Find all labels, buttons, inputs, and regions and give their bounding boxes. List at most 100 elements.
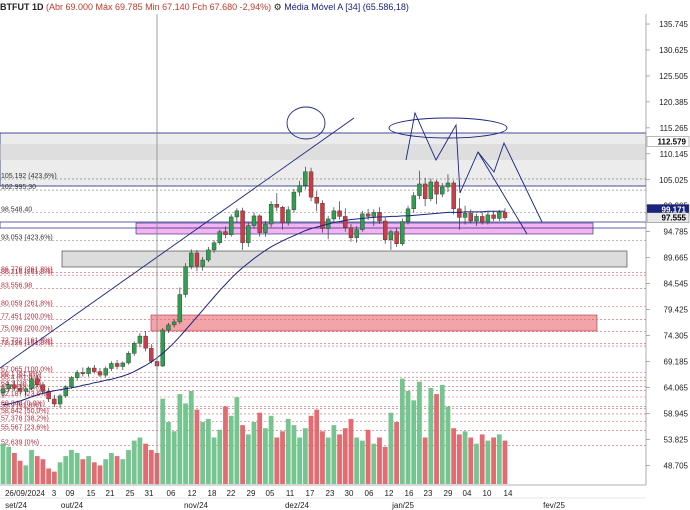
volume-bar xyxy=(422,437,428,484)
candle-body xyxy=(348,227,354,238)
volume-bar xyxy=(240,425,245,484)
candle-body xyxy=(97,371,103,376)
candle-body xyxy=(468,213,473,222)
candle-body xyxy=(274,204,280,208)
volume-bar xyxy=(337,434,342,484)
volume-bar xyxy=(399,378,405,484)
volume-bar xyxy=(194,409,200,484)
candle-body xyxy=(69,377,74,387)
volume-bar xyxy=(183,403,188,484)
time-month-label: dez/24 xyxy=(285,501,310,510)
price-axis[interactable]: 135.745 130.625 125.505 120.385 115.265 110.1… xyxy=(645,14,690,485)
time-day-label: 23 xyxy=(326,489,335,498)
time-day-label: 05 xyxy=(266,489,275,498)
price-tick-label: 69.185 xyxy=(664,358,689,367)
candle-body xyxy=(308,171,314,198)
candle-body xyxy=(417,183,422,196)
volume-bar xyxy=(297,437,303,484)
candle-body xyxy=(35,378,40,385)
volume-bar xyxy=(91,462,97,484)
time-day-label: 22 xyxy=(227,489,236,498)
time-day-label: 06 xyxy=(167,489,176,498)
volume-bar xyxy=(228,415,234,484)
volume-bar xyxy=(394,422,400,484)
candle-body xyxy=(462,213,468,218)
candle-body xyxy=(354,229,359,238)
fib-label: 72.226 (161,8%) xyxy=(1,340,53,347)
volume-bar xyxy=(365,429,371,484)
volume-bar xyxy=(166,422,171,484)
volume-bar xyxy=(388,412,394,484)
volume-bar xyxy=(148,449,154,484)
volume-bar xyxy=(354,437,360,484)
time-day-label: 06 xyxy=(365,489,374,498)
price-badge-label: 112.579 xyxy=(658,137,687,146)
candle-body xyxy=(246,225,251,243)
volume-bar xyxy=(325,437,331,484)
time-day-label: 16 xyxy=(405,489,414,498)
candle-body xyxy=(80,372,86,374)
volume-bar xyxy=(456,434,462,484)
volume-bar xyxy=(160,398,166,484)
volume-bar xyxy=(200,422,206,484)
volume-bar xyxy=(434,394,439,484)
time-month-label: fev/25 xyxy=(543,501,565,510)
candle-body xyxy=(171,321,177,326)
time-axis[interactable]: 26/09/2024 3 09 15 21 25 31 06 12 18 22 29 05 11 17 23 3… xyxy=(0,484,690,510)
candle-body xyxy=(383,220,388,240)
candle-body xyxy=(343,216,348,228)
volume-bar xyxy=(291,425,297,484)
volume-bar xyxy=(97,465,103,484)
candle-body xyxy=(92,367,97,372)
volume-bar xyxy=(205,418,211,484)
time-day-label: 25 xyxy=(126,489,135,498)
time-day-label: 15 xyxy=(87,489,96,498)
zone-red[interactable] xyxy=(150,314,598,332)
volume-bar xyxy=(428,387,434,484)
candle-body xyxy=(194,252,200,267)
candle-body xyxy=(0,388,6,394)
volume-bar xyxy=(280,431,285,484)
candle-body xyxy=(183,266,188,295)
zone-gray-inner[interactable] xyxy=(0,144,646,160)
candle-body xyxy=(394,231,399,244)
volume-bar xyxy=(131,440,137,484)
volume-bar xyxy=(177,394,183,484)
price-chart[interactable]: 105.192 (423,6%) 102.995,30 98.548,40 93.05… xyxy=(0,0,690,510)
fib-label: 80.059 (261,8%) xyxy=(1,300,53,307)
volume-bar xyxy=(126,449,131,484)
candle-body xyxy=(268,204,274,225)
volume-bar xyxy=(417,381,422,484)
fib-label: 98.548,40 xyxy=(1,207,32,214)
volume-bar xyxy=(263,428,268,484)
candle-body xyxy=(223,231,228,235)
volume-bar xyxy=(234,397,240,484)
time-month-label: jan/25 xyxy=(391,501,414,510)
price-tick-label: 135.745 xyxy=(659,20,688,29)
volume-bar xyxy=(217,429,223,484)
volume-bar xyxy=(491,437,496,484)
volume-bar xyxy=(57,462,63,484)
candle-body xyxy=(228,216,234,235)
volume-bar xyxy=(479,434,485,484)
candle-body xyxy=(411,195,416,210)
volume-bar xyxy=(120,459,126,484)
candle-body xyxy=(211,242,217,251)
price-tick-label: 89.665 xyxy=(664,254,689,263)
candle-body xyxy=(109,363,114,369)
candle-body xyxy=(57,395,63,405)
time-day-label: 10 xyxy=(483,489,492,498)
candle-body xyxy=(405,208,411,222)
candle-body xyxy=(240,210,245,243)
candle-body xyxy=(263,223,268,233)
candle-body xyxy=(132,342,137,354)
volume-bar xyxy=(314,409,320,484)
candle-body xyxy=(314,196,319,204)
volume-bar xyxy=(17,460,23,484)
time-day-label: 12 xyxy=(385,489,394,498)
candle-body xyxy=(434,181,439,195)
time-day-label: 11 xyxy=(286,489,295,498)
time-day-label: 3 xyxy=(52,489,57,498)
volume-bar xyxy=(439,384,445,484)
time-month-label: out/24 xyxy=(61,501,84,510)
